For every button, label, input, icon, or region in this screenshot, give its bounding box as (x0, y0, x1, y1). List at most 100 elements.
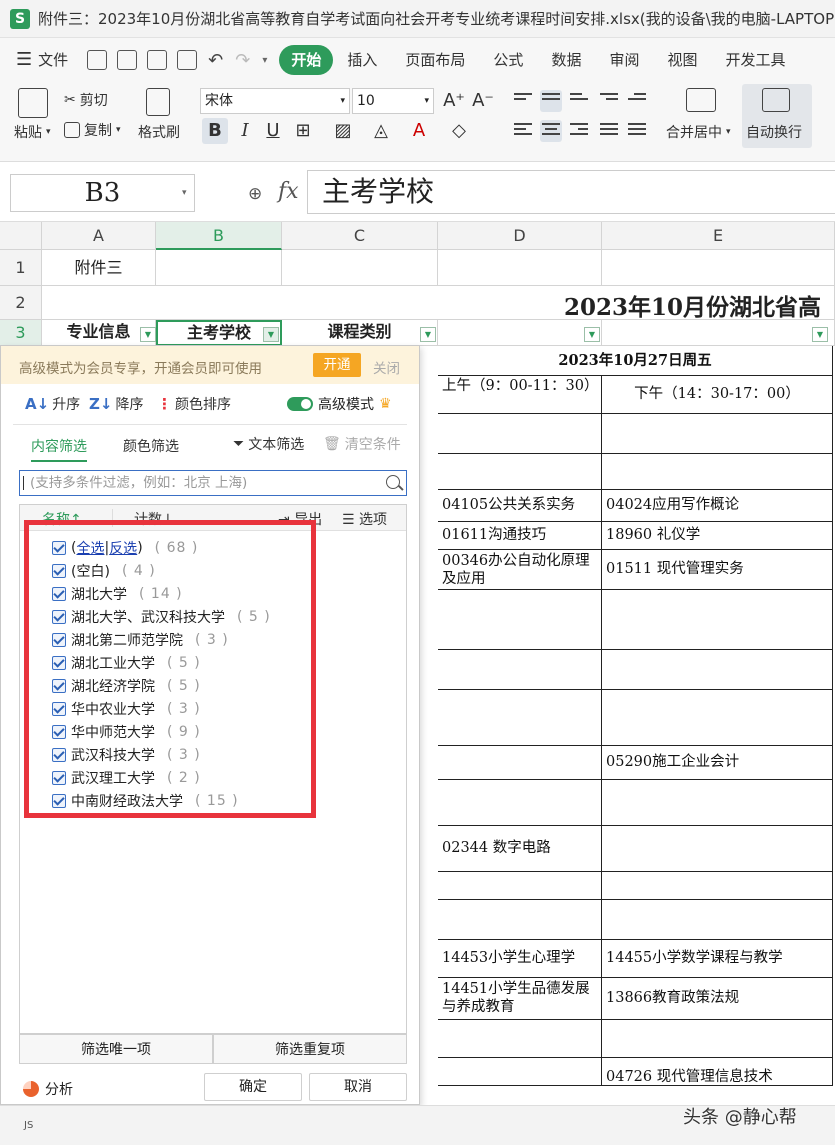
course-cell[interactable]: 04024应用写作概论 (602, 490, 833, 522)
course-cell[interactable] (602, 780, 833, 826)
course-cell[interactable] (438, 590, 602, 650)
morning-header[interactable]: 上午（9：00-11：30） (438, 376, 602, 414)
course-cell[interactable] (602, 590, 833, 650)
cell-c1[interactable] (282, 250, 438, 286)
formula-input[interactable]: 主考学校 (307, 170, 835, 214)
border-icon[interactable]: ⊞ (290, 118, 316, 144)
align-left-icon[interactable] (512, 120, 534, 142)
fx-icon[interactable]: fx (278, 179, 299, 204)
paste-icon[interactable] (18, 88, 48, 118)
header-course-type[interactable]: 课程类别 (282, 320, 438, 346)
align-center-icon[interactable] (540, 120, 562, 142)
filter-dropdown-b-icon[interactable]: ▼ (263, 327, 279, 342)
column-header-b[interactable]: B (156, 222, 282, 250)
date-header[interactable]: 2023年10月27日周五 (438, 346, 833, 376)
cell-row2-merged[interactable]: 2023年10月份湖北省高 (42, 286, 835, 320)
column-header-c[interactable]: C (282, 222, 438, 250)
filter-dropdown-d-icon[interactable]: ▼ (584, 327, 600, 342)
course-cell[interactable]: 18960 礼仪学 (602, 522, 833, 550)
course-cell[interactable] (438, 690, 602, 746)
paste-button[interactable]: 粘贴 ▾ (14, 122, 51, 142)
options-button[interactable]: ☰ 选项 (342, 509, 387, 529)
close-promo-button[interactable]: 关闭 (373, 357, 400, 377)
analysis-button[interactable]: 分析 (23, 1079, 73, 1099)
filter-duplicate-button[interactable]: 筛选重复项 (213, 1034, 407, 1064)
indent-increase-icon[interactable] (626, 90, 648, 112)
course-cell[interactable]: 04105公共关系实务 (438, 490, 602, 522)
zoom-search-icon[interactable]: ⊕ (248, 184, 262, 204)
tab-color-filter[interactable]: 颜色筛选 (123, 436, 179, 460)
course-cell[interactable] (438, 414, 602, 454)
justify-icon[interactable] (598, 120, 620, 142)
clear-conditions-button[interactable]: 🗑 清空条件 (323, 434, 401, 454)
wrap-text-icon[interactable] (762, 88, 790, 112)
save-icon[interactable] (87, 50, 108, 70)
bold-button[interactable]: B (202, 118, 228, 144)
course-cell[interactable] (602, 900, 833, 940)
course-cell[interactable]: 00346办公自动化原理及应用 (438, 550, 602, 590)
copy-button[interactable]: 复制 ▾ (64, 120, 121, 140)
header-e3[interactable] (602, 320, 835, 346)
course-cell[interactable] (602, 872, 833, 900)
print-icon[interactable] (147, 50, 168, 70)
fill-pattern-icon[interactable]: ▨ (330, 118, 356, 144)
course-cell[interactable] (438, 746, 602, 780)
course-cell[interactable] (438, 650, 602, 690)
tab-formulas[interactable]: 公式 (479, 45, 537, 75)
ok-button[interactable]: 确定 (204, 1073, 302, 1101)
merge-center-icon[interactable] (686, 88, 716, 112)
course-cell[interactable] (602, 414, 833, 454)
redo-icon[interactable]: ↷ (235, 50, 250, 71)
course-cell[interactable] (602, 826, 833, 872)
filter-search-input[interactable]: (支持多条件过滤，例如：北京 上海) (19, 470, 407, 496)
name-box-dropdown-icon[interactable]: ▾ (182, 188, 187, 198)
course-cell[interactable] (602, 1020, 833, 1058)
filter-dropdown-c-icon[interactable]: ▼ (420, 327, 436, 342)
cancel-button[interactable]: 取消 (309, 1073, 407, 1101)
tab-review[interactable]: 审阅 (595, 45, 653, 75)
format-painter-icon[interactable] (146, 88, 170, 116)
file-menu[interactable]: ☰ 文件 (0, 45, 82, 75)
course-cell[interactable] (602, 454, 833, 490)
cell-e1[interactable] (602, 250, 835, 286)
course-cell[interactable]: 14453小学生心理学 (438, 940, 602, 978)
row-header-2[interactable]: 2 (0, 286, 42, 320)
name-box[interactable]: B3 (10, 174, 195, 212)
font-color-icon[interactable]: A (406, 118, 432, 144)
font-name-select[interactable]: 宋体 ▾ (200, 88, 350, 114)
afternoon-header[interactable]: 下午（14：30-17：00） (602, 376, 833, 414)
merge-center-button[interactable]: 合并居中 ▾ (666, 122, 731, 142)
filter-dropdown-a-icon[interactable]: ▼ (140, 327, 156, 342)
course-cell[interactable]: 14451小学生品德发展与养成教育 (438, 978, 602, 1020)
print-preview-icon[interactable] (177, 50, 198, 70)
font-size-select[interactable]: 10 ▾ (352, 88, 434, 114)
cell-b1[interactable] (156, 250, 282, 286)
sort-desc-button[interactable]: Z↓ 降序 (89, 394, 143, 414)
toggle-switch[interactable] (287, 397, 313, 411)
course-cell[interactable] (602, 690, 833, 746)
column-header-e[interactable]: E (602, 222, 835, 250)
course-cell[interactable]: 04726 现代管理信息技术 (602, 1058, 833, 1086)
increase-font-icon[interactable]: A⁺ (441, 88, 467, 114)
tab-data[interactable]: 数据 (537, 45, 595, 75)
align-right-icon[interactable] (568, 120, 590, 142)
tab-page-layout[interactable]: 页面布局 (391, 45, 479, 75)
tab-view[interactable]: 视图 (653, 45, 711, 75)
wrap-text-button[interactable]: 自动换行 (746, 122, 802, 142)
select-all-corner[interactable] (0, 222, 42, 250)
row-header-3[interactable]: 3 (0, 320, 42, 346)
cell-a1[interactable]: 附件三 (42, 250, 156, 286)
course-cell[interactable]: 05290施工企业会计 (602, 746, 833, 780)
course-cell[interactable]: 13866教育政策法规 (602, 978, 833, 1020)
column-header-d[interactable]: D (438, 222, 602, 250)
text-filter-button[interactable]: ⏷ 文本筛选 (233, 434, 304, 454)
decrease-font-icon[interactable]: A⁻ (470, 88, 496, 114)
course-cell[interactable] (438, 780, 602, 826)
course-cell[interactable]: 02344 数字电路 (438, 826, 602, 872)
color-sort-button[interactable]: ⋮ 颜色排序 (157, 394, 231, 414)
header-major-info[interactable]: 专业信息 (42, 320, 156, 346)
search-icon[interactable] (386, 475, 400, 489)
fill-color-icon[interactable]: ◬ (368, 118, 394, 144)
filter-unique-button[interactable]: 筛选唯一项 (19, 1034, 213, 1064)
tab-insert[interactable]: 插入 (333, 45, 391, 75)
